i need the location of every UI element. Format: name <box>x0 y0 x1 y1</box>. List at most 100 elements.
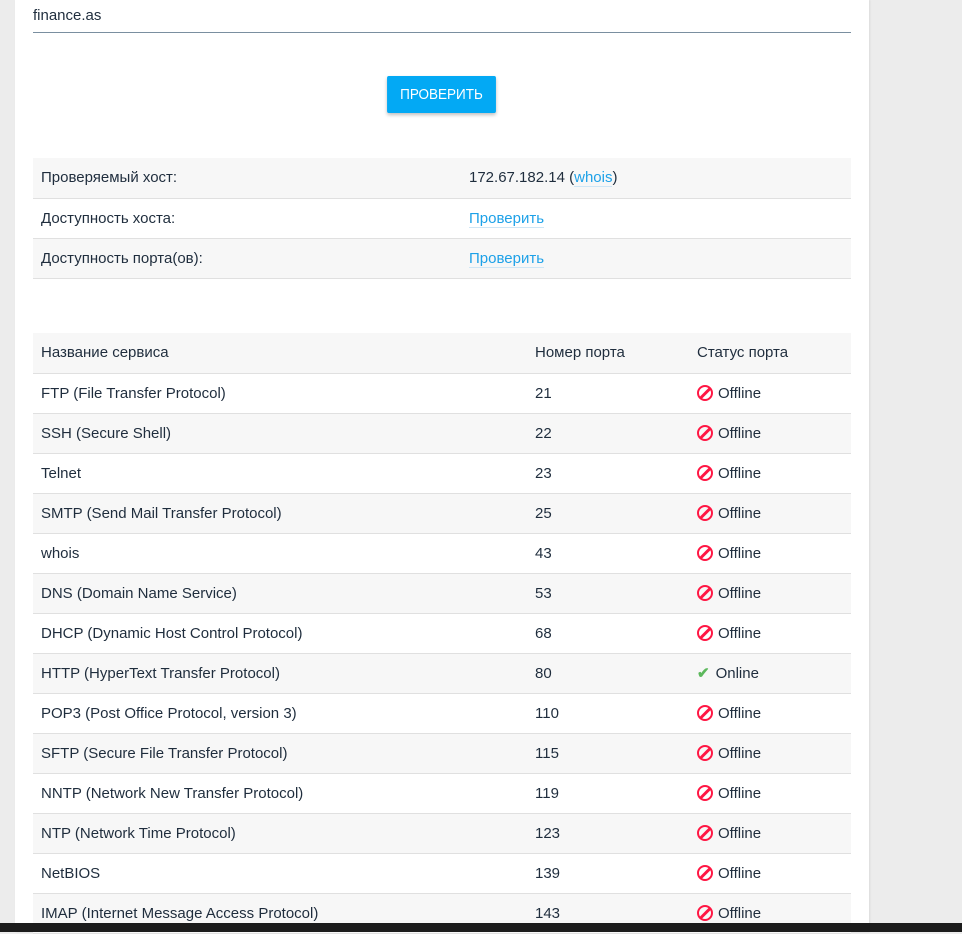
port-number: 53 <box>527 573 689 614</box>
port-status: Offline <box>689 693 851 734</box>
service-name: SFTP (Secure File Transfer Protocol) <box>33 733 527 774</box>
content-card: finance.as ПРОВЕРИТЬ Проверяемый хост: 1… <box>15 0 869 934</box>
port-status: Offline <box>689 573 851 614</box>
port-status: Offline <box>689 373 851 414</box>
table-row: DHCP (Dynamic Host Control Protocol) 68 … <box>33 613 851 654</box>
port-status: Offline <box>689 773 851 814</box>
table-row: Telnet 23 Offline <box>33 453 851 494</box>
table-row: FTP (File Transfer Protocol) 21 Offline <box>33 373 851 414</box>
port-number: 43 <box>527 533 689 574</box>
header-status: Статус порта <box>689 333 851 374</box>
header-service: Название сервиса <box>33 333 527 374</box>
blocked-icon <box>697 864 713 881</box>
info-row-availability: Доступность хоста: Проверить <box>33 198 851 239</box>
service-name: DHCP (Dynamic Host Control Protocol) <box>33 613 527 654</box>
blocked-icon <box>697 384 713 401</box>
port-number: 68 <box>527 613 689 654</box>
check-icon: ✔ <box>697 665 710 682</box>
table-row: NNTP (Network New Transfer Protocol) 119… <box>33 773 851 814</box>
port-number: 25 <box>527 493 689 534</box>
whois-link[interactable]: whois <box>574 169 613 188</box>
status-text: Online <box>715 665 759 682</box>
blocked-icon <box>697 584 713 601</box>
blocked-icon <box>697 744 713 761</box>
status-text: Offline <box>718 904 762 922</box>
status-text: Offline <box>718 704 762 722</box>
status-text: Offline <box>718 744 762 762</box>
blocked-icon <box>697 624 713 641</box>
port-status: Offline <box>689 813 851 854</box>
table-row: NTP (Network Time Protocol) 123 Offline <box>33 813 851 854</box>
header-port: Номер порта <box>527 333 689 374</box>
table-row: HTTP (HyperText Transfer Protocol) 80 ✔ O… <box>33 653 851 694</box>
service-name: Telnet <box>33 453 527 494</box>
status-text: Offline <box>718 584 762 602</box>
info-label: Доступность порта(ов): <box>33 238 461 279</box>
port-number: 123 <box>527 813 689 854</box>
info-label: Доступность хоста: <box>33 198 461 239</box>
host-info-table: Проверяемый хост: 172.67.182.14 (whois) … <box>33 158 851 279</box>
table-row: DNS (Domain Name Service) 53 Offline <box>33 573 851 614</box>
table-row: whois 43 Offline <box>33 533 851 574</box>
table-header: Название сервиса Номер порта Статус порт… <box>33 333 851 374</box>
service-name: POP3 (Post Office Protocol, version 3) <box>33 693 527 734</box>
info-label: Проверяемый хост: <box>33 158 461 199</box>
status-text: Offline <box>718 424 762 442</box>
info-row-host: Проверяемый хост: 172.67.182.14 (whois) <box>33 158 851 199</box>
service-name: DNS (Domain Name Service) <box>33 573 527 614</box>
blocked-icon <box>697 784 713 801</box>
status-text: Offline <box>718 784 762 802</box>
port-status: Offline <box>689 453 851 494</box>
port-status: ✔ Online <box>689 653 851 694</box>
service-name: HTTP (HyperText Transfer Protocol) <box>33 653 527 694</box>
host-ip: 172.67.182.14 <box>469 169 565 187</box>
blocked-icon <box>697 464 713 481</box>
service-name: whois <box>33 533 527 574</box>
blocked-icon <box>697 504 713 521</box>
port-status: Offline <box>689 613 851 654</box>
table-row: SFTP (Secure File Transfer Protocol) 115… <box>33 733 851 774</box>
blocked-icon <box>697 824 713 841</box>
port-number: 22 <box>527 413 689 454</box>
port-number: 119 <box>527 773 689 814</box>
port-number: 23 <box>527 453 689 494</box>
status-text: Offline <box>718 544 762 562</box>
table-row: NetBIOS 139 Offline <box>33 853 851 894</box>
status-text: Offline <box>718 384 762 402</box>
service-name: NNTP (Network New Transfer Protocol) <box>33 773 527 814</box>
port-status: Offline <box>689 733 851 774</box>
port-number: 21 <box>527 373 689 414</box>
service-name: FTP (File Transfer Protocol) <box>33 373 527 414</box>
status-text: Offline <box>718 624 762 642</box>
status-text: Offline <box>718 464 762 482</box>
table-row: SMTP (Send Mail Transfer Protocol) 25 Of… <box>33 493 851 534</box>
service-name: NetBIOS <box>33 853 527 894</box>
status-text: Offline <box>718 824 762 842</box>
port-number: 139 <box>527 853 689 894</box>
taskbar <box>0 923 962 932</box>
ports-table: Название сервиса Номер порта Статус порт… <box>33 333 851 934</box>
status-text: Offline <box>718 504 762 522</box>
port-number: 80 <box>527 653 689 694</box>
blocked-icon <box>697 704 713 721</box>
table-row: SSH (Secure Shell) 22 Offline <box>33 413 851 454</box>
service-name: SMTP (Send Mail Transfer Protocol) <box>33 493 527 534</box>
table-row: POP3 (Post Office Protocol, version 3) 1… <box>33 693 851 734</box>
port-status: Offline <box>689 413 851 454</box>
info-value: 172.67.182.14 (whois) <box>461 158 851 199</box>
port-status: Offline <box>689 493 851 534</box>
blocked-icon <box>697 904 713 921</box>
service-name: SSH (Secure Shell) <box>33 413 527 454</box>
check-button[interactable]: ПРОВЕРИТЬ <box>387 76 496 113</box>
status-text: Offline <box>718 864 762 882</box>
info-row-ports: Доступность порта(ов): Проверить <box>33 238 851 279</box>
check-ports-link[interactable]: Проверить <box>469 249 545 268</box>
check-host-link[interactable]: Проверить <box>469 209 545 228</box>
port-status: Offline <box>689 853 851 894</box>
blocked-icon <box>697 544 713 561</box>
service-name: NTP (Network Time Protocol) <box>33 813 527 854</box>
port-status: Offline <box>689 533 851 574</box>
port-number: 115 <box>527 733 689 774</box>
host-input[interactable]: finance.as <box>33 0 851 33</box>
blocked-icon <box>697 424 713 441</box>
